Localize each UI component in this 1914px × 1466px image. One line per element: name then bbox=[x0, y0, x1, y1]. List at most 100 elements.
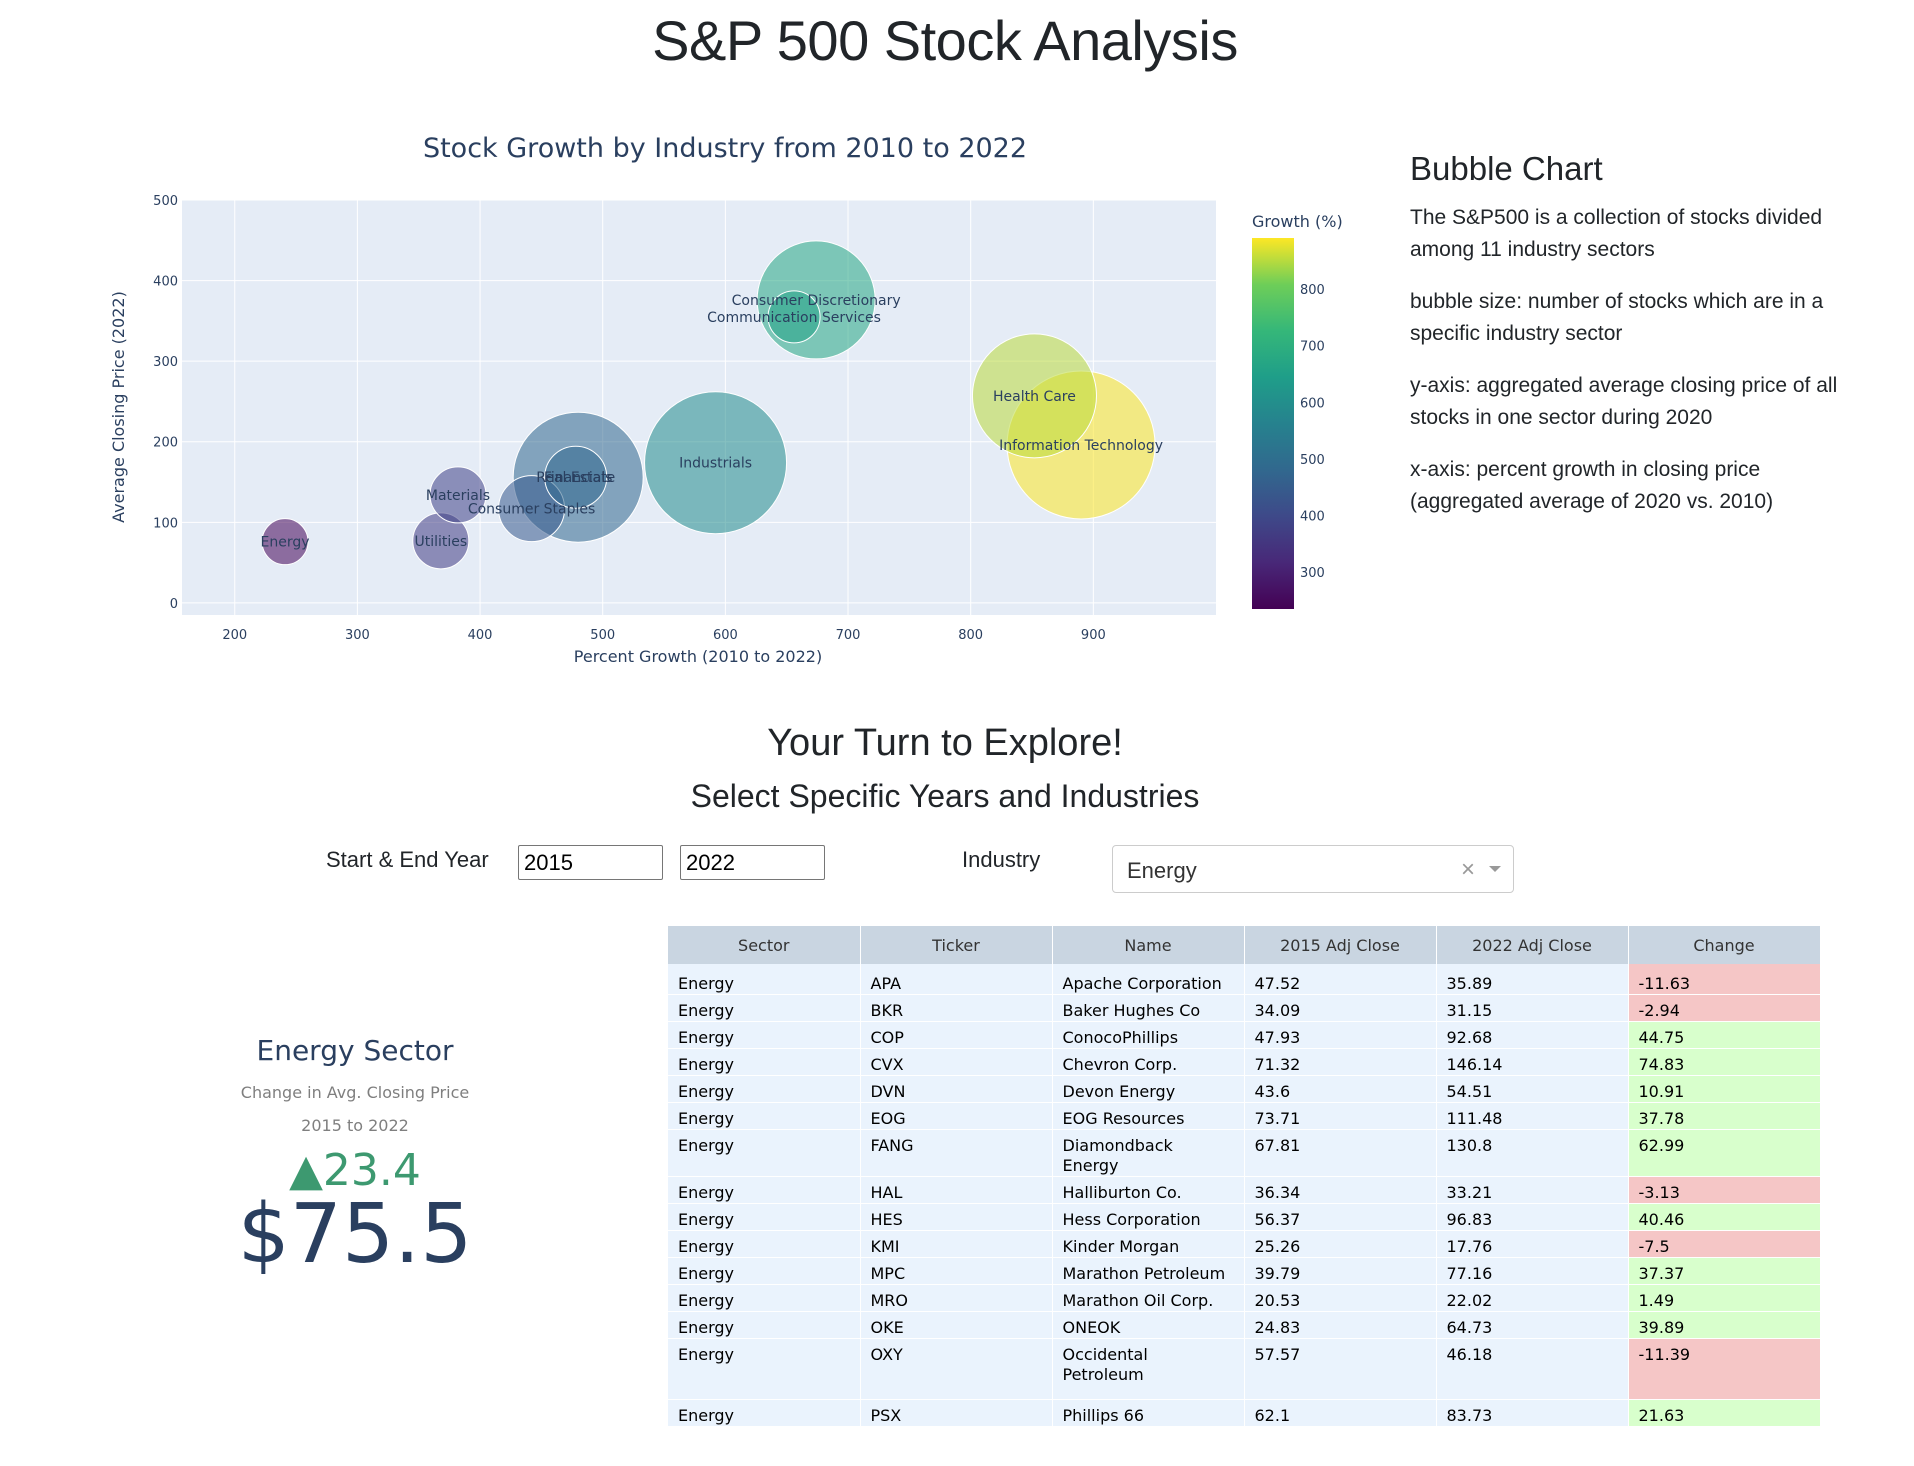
description-paragraph: The S&P500 is a collection of stocks div… bbox=[1410, 206, 1823, 261]
colorbar-tick-label: 600 bbox=[1300, 396, 1325, 411]
explore-title: Your Turn to Explore! bbox=[767, 722, 1123, 764]
table-cell: MPC bbox=[860, 1257, 1053, 1285]
colorbar-title: Growth (%) bbox=[1252, 212, 1343, 231]
description-panel: Bubble Chart The S&P500 is a collection … bbox=[1410, 150, 1870, 538]
table-cell: Energy bbox=[668, 1021, 861, 1049]
colorbar-tick-labels: 300 400 500 600 700 800 bbox=[1300, 283, 1325, 581]
table-cell: 43.6 bbox=[1244, 1075, 1437, 1103]
table-cell: HES bbox=[860, 1203, 1053, 1231]
chevron-down-icon[interactable] bbox=[1489, 866, 1501, 872]
table-cell: Energy bbox=[668, 964, 861, 995]
table-cell: Halliburton Co. bbox=[1052, 1176, 1245, 1204]
column-header[interactable]: Change bbox=[1628, 926, 1820, 964]
table-row[interactable]: Energy EOG EOG Resources 73.71 111.48 37.78 bbox=[668, 1102, 1820, 1130]
table-row[interactable]: Energy KMI Kinder Morgan 25.26 17.76 -7.5 bbox=[668, 1230, 1820, 1258]
table-row[interactable]: Energy PSX Phillips 66 62.1 83.73 21.63 bbox=[668, 1399, 1820, 1427]
description-y-axis: y-axis: aggregated average closing price… bbox=[1410, 374, 1838, 429]
table-cell: 1.49 bbox=[1628, 1284, 1820, 1312]
table-cell: 17.76 bbox=[1436, 1230, 1629, 1258]
y-tick-label: 300 bbox=[153, 355, 178, 370]
table-cell: 47.93 bbox=[1244, 1021, 1437, 1049]
column-header[interactable]: 2022 Adj Close bbox=[1436, 926, 1629, 964]
table-row[interactable]: Energy BKR Baker Hughes Co 34.09 31.15 -2.94 bbox=[668, 994, 1820, 1022]
sector-indicator: Energy Sector Change in Avg. Closing Pri… bbox=[200, 1030, 510, 1280]
column-header[interactable]: 2015 Adj Close bbox=[1244, 926, 1437, 964]
industry-selected-value: Energy bbox=[1127, 858, 1197, 883]
table-cell: Energy bbox=[668, 1075, 861, 1103]
page-title: S&P 500 Stock Analysis bbox=[652, 9, 1238, 72]
start-year-input[interactable] bbox=[518, 845, 663, 880]
table-row[interactable]: Energy HES Hess Corporation 56.37 96.83 40.46 bbox=[668, 1203, 1820, 1231]
table-cell: Baker Hughes Co bbox=[1052, 994, 1245, 1022]
table-cell: 40.46 bbox=[1628, 1203, 1820, 1231]
table-cell: Energy bbox=[668, 1230, 861, 1258]
colorbar-tick-label: 400 bbox=[1300, 510, 1325, 525]
x-tick-label: 300 bbox=[345, 628, 370, 643]
colorbar bbox=[1252, 238, 1294, 609]
table-row[interactable]: Energy MRO Marathon Oil Corp. 20.53 22.02 1.4… bbox=[668, 1284, 1820, 1312]
table-cell: Energy bbox=[668, 1203, 861, 1231]
bubble-label: Consumer Discretionary bbox=[732, 293, 901, 309]
table-row[interactable]: Energy COP ConocoPhillips 47.93 92.68 44.75 bbox=[668, 1021, 1820, 1049]
table-cell: DVN bbox=[860, 1075, 1053, 1103]
bubble-label: Utilities bbox=[414, 534, 467, 550]
y-tick-label: 400 bbox=[153, 275, 178, 290]
table-cell: 64.73 bbox=[1436, 1311, 1629, 1339]
table-cell: -11.63 bbox=[1628, 964, 1820, 995]
table-cell: EOG bbox=[860, 1102, 1053, 1130]
column-header[interactable]: Sector bbox=[668, 926, 861, 964]
table-row[interactable]: Energy OXY Occidental Petroleum 57.57 46.18-… bbox=[668, 1338, 1820, 1400]
table-row[interactable]: Energy FANG Diamondback Energy 67.81 130.8 62… bbox=[668, 1129, 1820, 1177]
table-cell: Devon Energy bbox=[1052, 1075, 1245, 1103]
table-cell: Energy bbox=[668, 1399, 861, 1427]
table-cell: Phillips 66 bbox=[1052, 1399, 1245, 1427]
indicator-year-range: 2015 to 2022 bbox=[301, 1116, 409, 1135]
table-cell: BKR bbox=[860, 994, 1053, 1022]
bubble-label: Consumer Staples bbox=[468, 502, 595, 518]
table-row[interactable]: Energy HAL Halliburton Co. 36.34 33.21 -3.13 bbox=[668, 1176, 1820, 1204]
y-tick-label: 0 bbox=[170, 597, 178, 612]
clear-icon[interactable]: × bbox=[1461, 856, 1475, 884]
table-cell: 146.14 bbox=[1436, 1048, 1629, 1076]
table-cell: Energy bbox=[668, 1176, 861, 1204]
table-cell: Energy bbox=[668, 1284, 861, 1312]
table-cell: 39.89 bbox=[1628, 1311, 1820, 1339]
x-tick-labels: 200 300 400 500 600 700 800 900 bbox=[222, 628, 1105, 643]
table-cell: 111.48 bbox=[1436, 1102, 1629, 1130]
table-row[interactable]: Energy MPC Marathon Petroleum 39.79 77.16 37.… bbox=[668, 1257, 1820, 1285]
table-cell: ConocoPhillips bbox=[1052, 1021, 1245, 1049]
table-cell: ONEOK bbox=[1052, 1311, 1245, 1339]
colorbar-tick-label: 800 bbox=[1300, 283, 1325, 298]
table-cell: -2.94 bbox=[1628, 994, 1820, 1022]
y-axis-title: Average Closing Price (2022) bbox=[109, 291, 128, 523]
bubble-chart[interactable]: Stock Growth by Industry from 2010 to 20… bbox=[0, 110, 1380, 690]
table-header-row: Sector Ticker Name 2015 Adj Close 2022 Adj C… bbox=[668, 926, 1820, 964]
table-cell: 35.89 bbox=[1436, 964, 1629, 995]
colorbar-tick-label: 700 bbox=[1300, 340, 1325, 355]
table-row[interactable]: Energy APA Apache Corporation 47.52 35.89 -11… bbox=[668, 964, 1820, 995]
industry-dropdown[interactable]: Energy × bbox=[1112, 845, 1514, 893]
stocks-table[interactable]: Sector Ticker Name 2015 Adj Close 2022 Adj C… bbox=[668, 926, 1820, 1437]
table-cell: 39.79 bbox=[1244, 1257, 1437, 1285]
bubble-label: Energy bbox=[261, 535, 310, 551]
table-cell: 83.73 bbox=[1436, 1399, 1629, 1427]
column-header[interactable]: Ticker bbox=[860, 926, 1053, 964]
table-row[interactable]: Energy DVN Devon Energy 43.6 54.51 10.91 bbox=[668, 1075, 1820, 1103]
colorbar-tick-label: 300 bbox=[1300, 566, 1325, 581]
column-header[interactable]: Name bbox=[1052, 926, 1245, 964]
indicator-subtitle: Change in Avg. Closing Price bbox=[240, 1083, 470, 1102]
table-cell: Energy bbox=[668, 994, 861, 1022]
y-tick-label: 500 bbox=[153, 194, 178, 209]
table-cell: Energy bbox=[668, 1102, 861, 1130]
table-cell: 46.18 bbox=[1436, 1338, 1629, 1400]
x-tick-label: 500 bbox=[590, 628, 615, 643]
table-cell: -3.13 bbox=[1628, 1176, 1820, 1204]
table-cell: 21.63 bbox=[1628, 1399, 1820, 1427]
table-cell: -11.39 bbox=[1628, 1338, 1820, 1400]
table-cell: Marathon Petroleum bbox=[1052, 1257, 1245, 1285]
table-row[interactable]: Energy CVX Chevron Corp. 71.32 146.14 74.83 bbox=[668, 1048, 1820, 1076]
bubble-label: Information Technology bbox=[999, 438, 1163, 454]
table-cell: COP bbox=[860, 1021, 1053, 1049]
table-row[interactable]: Energy OKE ONEOK 24.83 64.73 39.89 bbox=[668, 1311, 1820, 1339]
end-year-input[interactable] bbox=[680, 845, 825, 880]
